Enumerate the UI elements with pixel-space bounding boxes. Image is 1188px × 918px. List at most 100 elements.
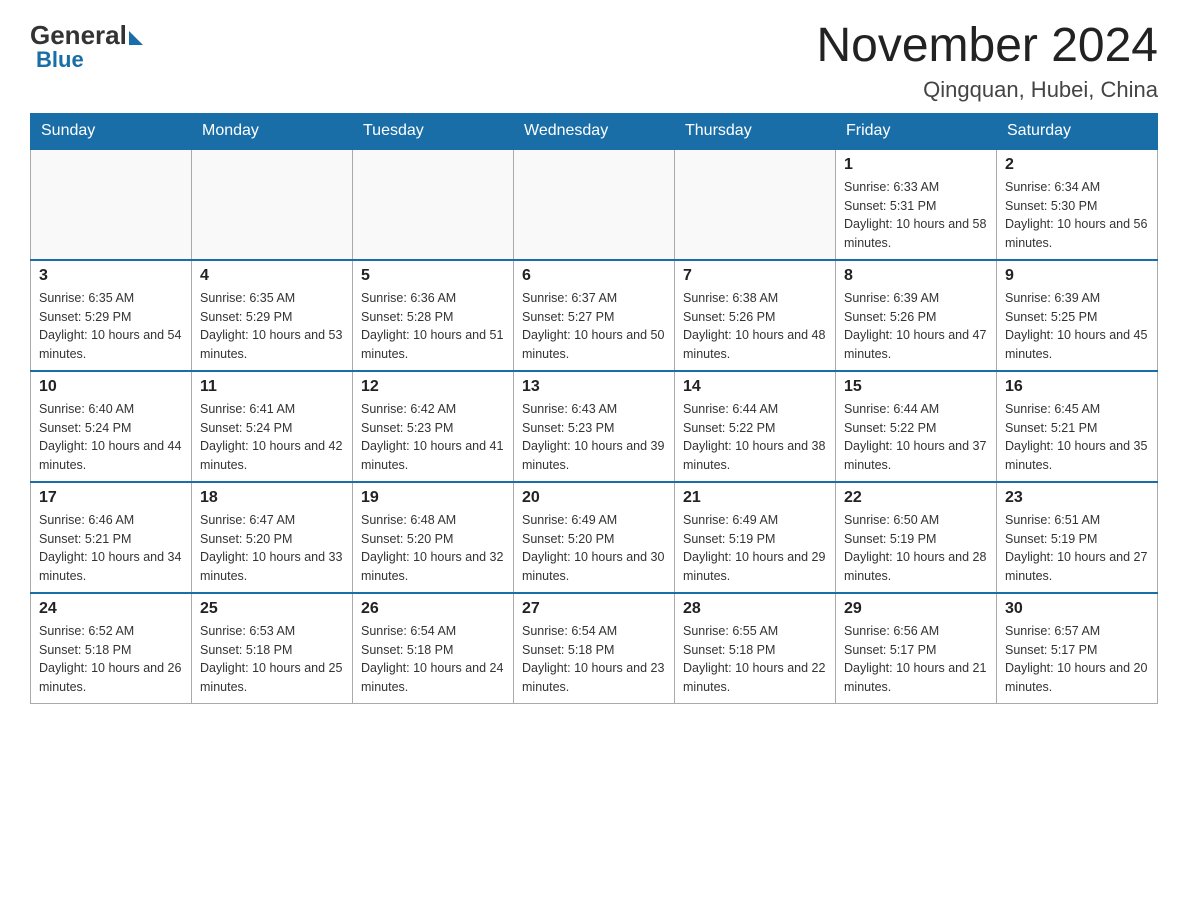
weekday-header-wednesday: Wednesday <box>514 113 675 149</box>
day-number: 19 <box>361 489 505 507</box>
day-number: 20 <box>522 489 666 507</box>
calendar-cell: 1Sunrise: 6:33 AMSunset: 5:31 PMDaylight… <box>836 149 997 260</box>
day-info: Sunrise: 6:50 AMSunset: 5:19 PMDaylight:… <box>844 511 988 586</box>
calendar-cell: 8 Sunrise: 6:39 AMSunset: 5:26 PMDaylight… <box>836 260 997 371</box>
day-info: Sunrise: 6:49 AMSunset: 5:19 PMDaylight:… <box>683 511 827 586</box>
day-info: Sunrise: 6:43 AMSunset: 5:23 PMDaylight:… <box>522 400 666 475</box>
weekday-header-sunday: Sunday <box>31 113 192 149</box>
day-number: 2 <box>1005 156 1149 174</box>
weekday-header-thursday: Thursday <box>675 113 836 149</box>
calendar-cell: 29Sunrise: 6:56 AMSunset: 5:17 PMDayligh… <box>836 593 997 704</box>
calendar-cell: 5 Sunrise: 6:36 AMSunset: 5:28 PMDaylight… <box>353 260 514 371</box>
day-number: 10 <box>39 378 183 396</box>
day-info: Sunrise: 6:34 AMSunset: 5:30 PMDaylight:… <box>1005 178 1149 253</box>
day-number: 22 <box>844 489 988 507</box>
calendar-cell: 17 Sunrise: 6:46 AMSunset: 5:21 PMDayligh… <box>31 482 192 593</box>
calendar-cell: 27 Sunrise: 6:54 AMSunset: 5:18 PMDayligh… <box>514 593 675 704</box>
day-number: 4 <box>200 267 344 285</box>
day-number: 30 <box>1005 600 1149 618</box>
day-info: Sunrise: 6:47 AMSunset: 5:20 PMDaylight:… <box>200 511 344 586</box>
calendar-cell: 19 Sunrise: 6:48 AMSunset: 5:20 PMDayligh… <box>353 482 514 593</box>
calendar-cell: 7 Sunrise: 6:38 AMSunset: 5:26 PMDaylight… <box>675 260 836 371</box>
day-number: 8 <box>844 267 988 285</box>
day-info: Sunrise: 6:46 AMSunset: 5:21 PMDaylight:… <box>39 511 183 586</box>
day-number: 14 <box>683 378 827 396</box>
calendar-header-row: SundayMondayTuesdayWednesdayThursdayFrid… <box>31 113 1158 149</box>
calendar-cell: 3 Sunrise: 6:35 AMSunset: 5:29 PMDaylight… <box>31 260 192 371</box>
day-info: Sunrise: 6:39 AMSunset: 5:26 PMDaylight:… <box>844 289 988 364</box>
calendar-week-4: 17 Sunrise: 6:46 AMSunset: 5:21 PMDayligh… <box>31 482 1158 593</box>
title-section: November 2024 Qingquan, Hubei, China <box>816 20 1158 103</box>
calendar-cell <box>31 149 192 260</box>
calendar-cell: 25Sunrise: 6:53 AMSunset: 5:18 PMDayligh… <box>192 593 353 704</box>
day-number: 26 <box>361 600 505 618</box>
page-header: General Blue November 2024 Qingquan, Hub… <box>30 20 1158 103</box>
day-number: 11 <box>200 378 344 396</box>
location-title: Qingquan, Hubei, China <box>816 77 1158 103</box>
calendar-cell: 26 Sunrise: 6:54 AMSunset: 5:18 PMDayligh… <box>353 593 514 704</box>
day-info: Sunrise: 6:48 AMSunset: 5:20 PMDaylight:… <box>361 511 505 586</box>
logo-arrow-icon <box>129 31 143 45</box>
calendar-table: SundayMondayTuesdayWednesdayThursdayFrid… <box>30 113 1158 704</box>
day-number: 6 <box>522 267 666 285</box>
day-info: Sunrise: 6:33 AMSunset: 5:31 PMDaylight:… <box>844 178 988 253</box>
day-number: 21 <box>683 489 827 507</box>
day-number: 17 <box>39 489 183 507</box>
day-info: Sunrise: 6:45 AMSunset: 5:21 PMDaylight:… <box>1005 400 1149 475</box>
day-number: 27 <box>522 600 666 618</box>
day-number: 18 <box>200 489 344 507</box>
day-info: Sunrise: 6:36 AMSunset: 5:28 PMDaylight:… <box>361 289 505 364</box>
day-info: Sunrise: 6:35 AMSunset: 5:29 PMDaylight:… <box>39 289 183 364</box>
day-info: Sunrise: 6:54 AMSunset: 5:18 PMDaylight:… <box>522 622 666 697</box>
day-number: 3 <box>39 267 183 285</box>
day-number: 7 <box>683 267 827 285</box>
calendar-cell: 30 Sunrise: 6:57 AMSunset: 5:17 PMDayligh… <box>997 593 1158 704</box>
day-info: Sunrise: 6:42 AMSunset: 5:23 PMDaylight:… <box>361 400 505 475</box>
day-info: Sunrise: 6:54 AMSunset: 5:18 PMDaylight:… <box>361 622 505 697</box>
calendar-cell: 15 Sunrise: 6:44 AMSunset: 5:22 PMDayligh… <box>836 371 997 482</box>
calendar-week-2: 3 Sunrise: 6:35 AMSunset: 5:29 PMDaylight… <box>31 260 1158 371</box>
weekday-header-monday: Monday <box>192 113 353 149</box>
day-info: Sunrise: 6:41 AMSunset: 5:24 PMDaylight:… <box>200 400 344 475</box>
weekday-header-tuesday: Tuesday <box>353 113 514 149</box>
day-number: 23 <box>1005 489 1149 507</box>
day-info: Sunrise: 6:44 AMSunset: 5:22 PMDaylight:… <box>683 400 827 475</box>
calendar-week-5: 24 Sunrise: 6:52 AMSunset: 5:18 PMDayligh… <box>31 593 1158 704</box>
day-number: 24 <box>39 600 183 618</box>
calendar-cell <box>675 149 836 260</box>
calendar-cell: 14 Sunrise: 6:44 AMSunset: 5:22 PMDayligh… <box>675 371 836 482</box>
day-info: Sunrise: 6:57 AMSunset: 5:17 PMDaylight:… <box>1005 622 1149 697</box>
calendar-week-3: 10 Sunrise: 6:40 AMSunset: 5:24 PMDayligh… <box>31 371 1158 482</box>
calendar-cell: 13Sunrise: 6:43 AMSunset: 5:23 PMDayligh… <box>514 371 675 482</box>
calendar-cell <box>514 149 675 260</box>
day-number: 28 <box>683 600 827 618</box>
calendar-cell: 9 Sunrise: 6:39 AMSunset: 5:25 PMDaylight… <box>997 260 1158 371</box>
calendar-cell: 21 Sunrise: 6:49 AMSunset: 5:19 PMDayligh… <box>675 482 836 593</box>
calendar-cell: 4Sunrise: 6:35 AMSunset: 5:29 PMDaylight… <box>192 260 353 371</box>
weekday-header-friday: Friday <box>836 113 997 149</box>
logo: General Blue <box>30 20 143 73</box>
day-info: Sunrise: 6:53 AMSunset: 5:18 PMDaylight:… <box>200 622 344 697</box>
calendar-cell: 12 Sunrise: 6:42 AMSunset: 5:23 PMDayligh… <box>353 371 514 482</box>
day-number: 15 <box>844 378 988 396</box>
calendar-cell: 22 Sunrise: 6:50 AMSunset: 5:19 PMDayligh… <box>836 482 997 593</box>
day-info: Sunrise: 6:37 AMSunset: 5:27 PMDaylight:… <box>522 289 666 364</box>
calendar-cell: 20 Sunrise: 6:49 AMSunset: 5:20 PMDayligh… <box>514 482 675 593</box>
day-info: Sunrise: 6:52 AMSunset: 5:18 PMDaylight:… <box>39 622 183 697</box>
day-number: 12 <box>361 378 505 396</box>
day-info: Sunrise: 6:44 AMSunset: 5:22 PMDaylight:… <box>844 400 988 475</box>
calendar-cell: 24 Sunrise: 6:52 AMSunset: 5:18 PMDayligh… <box>31 593 192 704</box>
calendar-cell <box>353 149 514 260</box>
day-info: Sunrise: 6:51 AMSunset: 5:19 PMDaylight:… <box>1005 511 1149 586</box>
day-info: Sunrise: 6:49 AMSunset: 5:20 PMDaylight:… <box>522 511 666 586</box>
calendar-week-1: 1Sunrise: 6:33 AMSunset: 5:31 PMDaylight… <box>31 149 1158 260</box>
day-number: 9 <box>1005 267 1149 285</box>
day-info: Sunrise: 6:39 AMSunset: 5:25 PMDaylight:… <box>1005 289 1149 364</box>
day-info: Sunrise: 6:40 AMSunset: 5:24 PMDaylight:… <box>39 400 183 475</box>
calendar-cell: 11 Sunrise: 6:41 AMSunset: 5:24 PMDayligh… <box>192 371 353 482</box>
day-number: 5 <box>361 267 505 285</box>
calendar-cell: 28Sunrise: 6:55 AMSunset: 5:18 PMDayligh… <box>675 593 836 704</box>
calendar-cell: 23 Sunrise: 6:51 AMSunset: 5:19 PMDayligh… <box>997 482 1158 593</box>
calendar-cell: 6 Sunrise: 6:37 AMSunset: 5:27 PMDaylight… <box>514 260 675 371</box>
day-info: Sunrise: 6:38 AMSunset: 5:26 PMDaylight:… <box>683 289 827 364</box>
